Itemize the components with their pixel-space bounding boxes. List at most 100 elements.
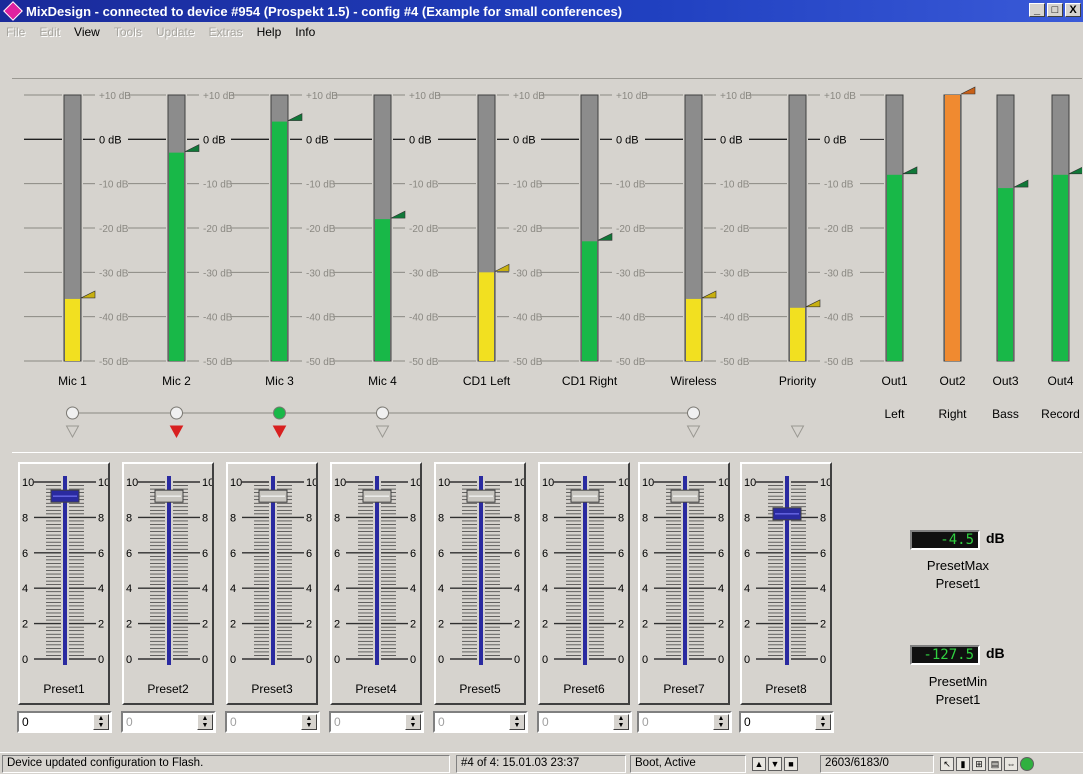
fader-scale-label: 0 xyxy=(642,654,648,666)
preset-fader-6[interactable]: 10 10 8 8 6 6 4 4 2 2 0 0 Preset6 xyxy=(538,462,630,705)
spin-value: 0 xyxy=(126,715,133,729)
fader-scale-label: 0 xyxy=(514,654,520,666)
link-tool-icon[interactable]: ⇔ xyxy=(1004,757,1018,771)
spin-arrows-icon[interactable]: ▲ ▼ xyxy=(815,714,831,730)
scale-label: -10 dB xyxy=(616,180,646,191)
fader-scale-label: 4 xyxy=(820,583,826,595)
preset-fader-7[interactable]: 10 10 8 8 6 6 4 4 2 2 0 0 Preset7 xyxy=(638,462,730,705)
cursor-tool-icon[interactable]: ↖ xyxy=(940,757,954,771)
fader-scale-label: 2 xyxy=(334,619,340,631)
peak-marker[interactable] xyxy=(287,113,303,121)
status-config[interactable]: #4 of 4: 15.01.03 23:37 xyxy=(456,755,626,773)
fader-track xyxy=(375,476,379,665)
spin-arrows-icon[interactable]: ▲ ▼ xyxy=(713,714,729,730)
peak-marker[interactable] xyxy=(805,299,821,308)
peak-marker[interactable] xyxy=(494,263,510,272)
fader-scale-label: 2 xyxy=(306,619,312,631)
peak-marker[interactable] xyxy=(597,232,613,241)
preset-spin-input[interactable]: 0 ▲ ▼ xyxy=(329,711,424,733)
route-toggle-triangle[interactable] xyxy=(65,425,80,439)
menu-info[interactable]: Info xyxy=(295,25,315,39)
fader-track xyxy=(683,476,687,665)
route-tool-icon[interactable]: ⊞ xyxy=(972,757,986,771)
transfer-down-icon[interactable]: ▼ xyxy=(768,757,782,771)
peak-marker[interactable] xyxy=(184,144,200,152)
preset-spin-input[interactable]: 0 ▲ ▼ xyxy=(537,711,632,733)
output-meter-4: Out4 Record xyxy=(1041,94,1082,421)
peak-marker[interactable] xyxy=(80,290,96,299)
route-toggle-triangle[interactable] xyxy=(790,425,805,439)
preset-fader-8[interactable]: 10 10 8 8 6 6 4 4 2 2 0 0 Preset8 xyxy=(740,462,832,705)
preset-fader-4[interactable]: 10 10 8 8 6 6 4 4 2 2 0 0 Preset4 xyxy=(330,462,422,705)
channel-name: Mic 4 xyxy=(368,374,397,388)
routing-node[interactable] xyxy=(170,406,183,420)
fader-scale-label: 2 xyxy=(618,619,624,631)
preset-spin-input[interactable]: 0 ▲ ▼ xyxy=(121,711,216,733)
peak-marker[interactable] xyxy=(902,166,918,175)
scale-label: -50 dB xyxy=(203,357,233,368)
peak-marker[interactable] xyxy=(1068,166,1082,175)
peak-marker[interactable] xyxy=(390,210,406,219)
scale-label: -20 dB xyxy=(99,224,129,235)
peak-marker[interactable] xyxy=(1013,179,1029,188)
fader-track xyxy=(785,476,789,665)
preset-spin-input[interactable]: 0 ▲ ▼ xyxy=(739,711,834,733)
fader-scale: 10 10 8 8 6 6 4 4 2 2 0 0 xyxy=(230,476,316,666)
menu-edit[interactable]: Edit xyxy=(39,25,60,39)
menu-file[interactable]: File xyxy=(6,25,25,39)
preset-min-label: PresetMin xyxy=(928,674,988,689)
preset-min-caption: PresetMin Preset1 xyxy=(888,673,1028,709)
menu-extras[interactable]: Extras xyxy=(209,25,243,39)
preset-fader-5[interactable]: 10 10 8 8 6 6 4 4 2 2 0 0 Preset5 xyxy=(434,462,526,705)
preset-spin-input[interactable]: 0 ▲ ▼ xyxy=(17,711,112,733)
routing-node[interactable] xyxy=(273,406,286,420)
menu-tools[interactable]: Tools xyxy=(114,25,142,39)
route-toggle-triangle[interactable] xyxy=(169,425,184,439)
fader-scale-label: 8 xyxy=(542,512,548,524)
preset-spin-input[interactable]: 0 ▲ ▼ xyxy=(433,711,528,733)
fader-scale-label: 4 xyxy=(618,583,624,595)
spin-arrows-icon[interactable]: ▲ ▼ xyxy=(509,714,525,730)
preset-fader-2[interactable]: 10 10 8 8 6 6 4 4 2 2 0 0 Preset2 xyxy=(122,462,214,705)
minimize-button[interactable]: _ xyxy=(1029,3,1045,17)
meter-level-bar xyxy=(582,241,597,361)
menu-view[interactable]: View xyxy=(74,25,100,39)
fader-scale-label: 8 xyxy=(230,512,236,524)
menu-update[interactable]: Update xyxy=(156,25,195,39)
maximize-button[interactable]: □ xyxy=(1047,3,1063,17)
spin-arrows-icon[interactable]: ▲ ▼ xyxy=(405,714,421,730)
fader-scale-label: 6 xyxy=(744,548,750,560)
preset-spin-input[interactable]: 0 ▲ ▼ xyxy=(225,711,320,733)
route-toggle-triangle[interactable] xyxy=(272,425,287,439)
routing-node[interactable] xyxy=(376,406,389,420)
preset-spin-input[interactable]: 0 ▲ ▼ xyxy=(637,711,732,733)
route-toggle-triangle[interactable] xyxy=(686,425,701,439)
scale-label: -20 dB xyxy=(203,224,233,235)
fader-scale-label: 10 xyxy=(744,477,756,489)
close-button[interactable]: X xyxy=(1065,3,1081,17)
spin-arrows-icon[interactable]: ▲ ▼ xyxy=(613,714,629,730)
status-message: Device updated configuration to Flash. xyxy=(2,755,450,773)
fader-scale-label: 2 xyxy=(126,619,132,631)
routing-node[interactable] xyxy=(687,406,700,420)
spin-arrows-icon[interactable]: ▲ ▼ xyxy=(197,714,213,730)
scale-label: -20 dB xyxy=(616,224,646,235)
fader-scale-label: 6 xyxy=(22,548,28,560)
peak-marker[interactable] xyxy=(701,290,717,299)
scale-label: -10 dB xyxy=(824,180,854,191)
spin-arrows-icon[interactable]: ▲ ▼ xyxy=(301,714,317,730)
fader-track xyxy=(167,476,171,665)
route-toggle-triangle[interactable] xyxy=(375,425,390,439)
preset-fader-1[interactable]: 10 10 8 8 6 6 4 4 2 2 0 0 Preset1 xyxy=(18,462,110,705)
fader-scale-label: 2 xyxy=(438,619,444,631)
peak-marker[interactable] xyxy=(960,86,976,95)
transfer-up-icon[interactable]: ▲ xyxy=(752,757,766,771)
chart-tool-icon[interactable]: ▤ xyxy=(988,757,1002,771)
menu-help[interactable]: Help xyxy=(257,25,282,39)
meter-tool-icon[interactable]: ▮ xyxy=(956,757,970,771)
spin-arrows-icon[interactable]: ▲ ▼ xyxy=(93,714,109,730)
transfer-flash-icon[interactable]: ■ xyxy=(784,757,798,771)
preset-fader-3[interactable]: 10 10 8 8 6 6 4 4 2 2 0 0 Preset3 xyxy=(226,462,318,705)
routing-node[interactable] xyxy=(66,406,79,420)
channel-sub-label: Left xyxy=(884,407,905,421)
